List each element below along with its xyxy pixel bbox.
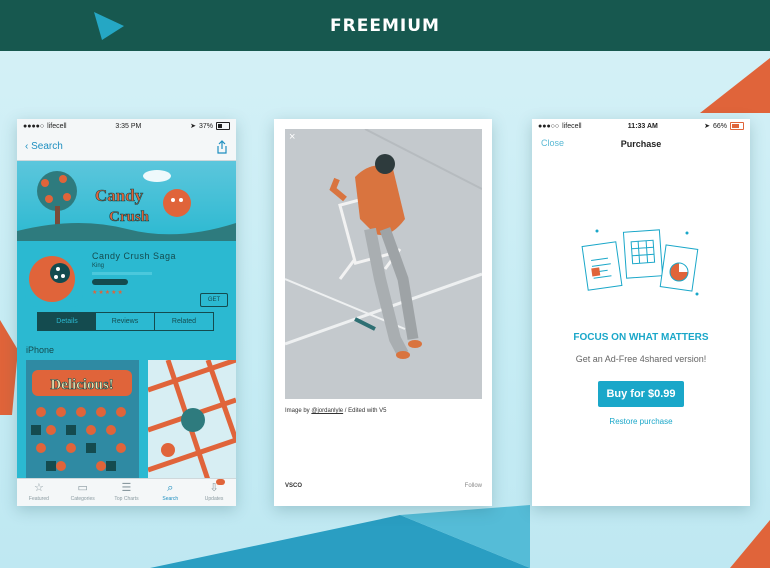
battery-icon xyxy=(216,122,230,130)
battery-percent: 66% xyxy=(712,122,727,130)
screenshot-headline: Delicious! xyxy=(50,377,113,393)
decor-triangle-bottom-center xyxy=(150,505,530,568)
rating-stars: ★★★★★ xyxy=(92,290,124,296)
tab-search[interactable]: ⌕ Search xyxy=(148,479,192,506)
app-icon[interactable] xyxy=(25,249,83,307)
photo-image[interactable]: × xyxy=(285,129,482,399)
photographer-link[interactable]: @jordanlyle xyxy=(311,408,343,414)
phone-app-store: ●●●●○ lifecell 3:35 PM ➤ 37% ‹ Search Cand… xyxy=(17,119,236,506)
location-icon: ➤ xyxy=(190,123,196,130)
carrier-label: lifecell xyxy=(47,122,67,130)
share-icon[interactable] xyxy=(216,139,228,154)
restore-purchase-link[interactable]: Restore purchase xyxy=(532,417,750,426)
location-icon: ➤ xyxy=(704,123,710,130)
search-icon: ⌕ xyxy=(167,482,174,494)
top-charts-icon: ☰ xyxy=(121,482,132,494)
nav-title: Purchase xyxy=(620,139,662,149)
app-name: Candy Crush Saga xyxy=(92,251,177,261)
screenshot-2[interactable] xyxy=(148,360,236,480)
svg-text:Crush: Crush xyxy=(109,209,150,225)
app-banner: Candy Crush xyxy=(17,161,236,241)
star-icon: ☆ xyxy=(33,482,44,494)
categories-icon: ▭ xyxy=(77,482,88,494)
svg-text:Candy: Candy xyxy=(95,186,144,205)
segment-details[interactable]: Details xyxy=(38,313,96,330)
signal-icon: ●●●○○ xyxy=(538,122,560,130)
tab-updates[interactable]: ⇩ Updates xyxy=(192,479,236,506)
close-icon[interactable]: × xyxy=(289,131,295,143)
app-age-badge xyxy=(92,279,128,285)
tab-categories[interactable]: ▭ Categories xyxy=(61,479,105,506)
status-bar: ●●●○○ lifecell 11:33 AM ➤ 66% xyxy=(532,119,750,133)
tab-featured[interactable]: ☆ Featured xyxy=(17,479,61,506)
documents-illustration xyxy=(581,229,699,296)
phone-purchase: ●●●○○ lifecell 11:33 AM ➤ 66% Close Purcha… xyxy=(532,119,750,506)
segment-reviews[interactable]: Reviews xyxy=(96,313,154,330)
app-developer: King xyxy=(92,263,105,269)
back-button[interactable]: ‹ Search xyxy=(25,141,63,152)
phone-vsco: × Image by @jordanlyle / Edited with V5 … xyxy=(274,119,492,506)
get-button[interactable]: GET xyxy=(200,293,228,307)
battery-percent: 37% xyxy=(198,122,213,130)
screenshot-2-art xyxy=(148,360,236,480)
candy-crush-banner-art: Candy Crush xyxy=(17,170,236,241)
decor-triangle-bottom-right xyxy=(730,520,770,568)
updates-icon: ⇩ xyxy=(208,479,226,494)
signal-icon: ●●●●○ xyxy=(23,122,45,130)
vsco-logo: VSCO xyxy=(285,483,303,489)
app-meta-line xyxy=(92,272,152,275)
tab-top-charts[interactable]: ☰ Top Charts xyxy=(105,479,149,506)
promo-subtitle: Get an Ad-Free 4shared version! xyxy=(575,354,707,364)
photo-caption: Image by @jordanlyle / Edited with V5 xyxy=(285,408,387,414)
decor-triangle-left xyxy=(0,320,18,415)
status-bar: ●●●●○ lifecell 3:35 PM ➤ 37% xyxy=(17,119,236,133)
follow-button[interactable]: Follow xyxy=(465,483,482,489)
buy-button[interactable]: Buy for $0.99 xyxy=(598,381,684,407)
decor-triangle-right xyxy=(700,58,770,113)
updates-badge xyxy=(216,479,226,485)
close-button[interactable]: Close xyxy=(541,138,564,148)
nav-bar: ‹ Search xyxy=(17,133,236,161)
screenshot-1-art: Delicious! xyxy=(26,360,139,480)
status-time: 3:35 PM xyxy=(115,122,142,130)
nav-bar: Close Purchase xyxy=(532,133,750,155)
segment-related[interactable]: Related xyxy=(154,313,213,330)
man-in-chair-photo xyxy=(285,129,482,399)
section-label-iphone: iPhone xyxy=(26,345,55,355)
segmented-control: Details Reviews Related xyxy=(37,312,214,331)
promo-headline: FOCUS ON WHAT MATTERS xyxy=(573,332,709,343)
decor-triangle-top-left xyxy=(94,12,124,40)
tab-bar: ☆ Featured ▭ Categories ☰ Top Charts ⌕ Searc… xyxy=(17,478,236,506)
app-info: Candy Crush Saga King ★★★★★ GET xyxy=(17,241,236,316)
page-title: FREEMIUM xyxy=(330,15,440,36)
battery-icon xyxy=(729,122,744,130)
carrier-label: lifecell xyxy=(562,122,582,130)
screenshot-1[interactable]: Delicious! xyxy=(26,360,139,480)
status-time: 11:33 AM xyxy=(627,122,658,130)
